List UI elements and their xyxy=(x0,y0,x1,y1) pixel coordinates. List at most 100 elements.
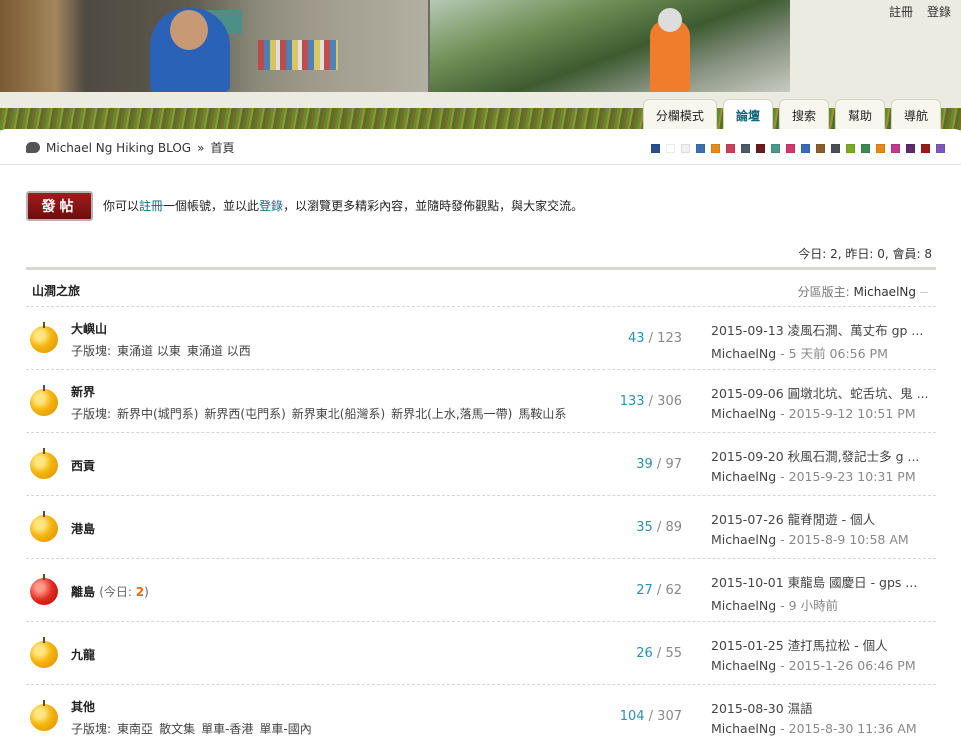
last-post-time: 2015-8-30 11:36 AM xyxy=(788,721,917,736)
apple-icon xyxy=(30,322,58,353)
board-counts: 43 / 123 xyxy=(627,331,682,346)
color-swatch[interactable] xyxy=(696,144,705,153)
last-post-title[interactable]: 2015-01-25 渣打馬拉松 - 個人 xyxy=(711,635,936,654)
last-post-meta: MichaelNg - 2015-8-9 10:58 AM xyxy=(711,532,909,547)
sub-board-link[interactable]: 新界西(屯門系) xyxy=(204,407,285,421)
thread-count: 133 xyxy=(619,394,645,409)
moderator-link[interactable]: MichaelNg xyxy=(853,285,916,299)
color-swatch[interactable] xyxy=(921,144,930,153)
sub-boards: 子版塊: 東南亞 散文集 單車-香港 單車-國內 xyxy=(71,722,312,736)
color-swatch[interactable] xyxy=(891,144,900,153)
register-link[interactable]: 註冊 xyxy=(889,3,913,20)
color-swatch[interactable] xyxy=(861,144,870,153)
board-name: 新界 xyxy=(71,383,95,400)
last-post-time: 2015-9-23 10:31 PM xyxy=(788,469,916,484)
theme-color-swatches xyxy=(651,144,945,153)
board-row: 九龍 26 / 55 2015-01-25 渣打馬拉松 - 個人 MichaelNg … xyxy=(26,622,936,685)
color-swatch[interactable] xyxy=(681,144,690,153)
color-swatch[interactable] xyxy=(741,144,750,153)
last-post-meta: MichaelNg - 2015-9-12 10:51 PM xyxy=(711,406,916,421)
board-counts: 35 / 89 xyxy=(636,520,682,535)
forum-category: 山澗之旅 分區版主: MichaelNg 大嶼山 子版塊: 東涌道 以東 東涌道 以西… xyxy=(26,267,936,747)
breadcrumb-site-link[interactable]: Michael Ng Hiking BLOG xyxy=(46,141,191,155)
board-row: 大嶼山 子版塊: 東涌道 以東 東涌道 以西 43 / 123 2015-09-13 凌風… xyxy=(26,307,936,370)
last-post: 2015-08-30 濕語 MichaelNg - 2015-8-30 11:36… xyxy=(711,698,936,736)
last-post-title[interactable]: 2015-08-30 濕語 xyxy=(711,698,936,717)
board-link[interactable]: 離島 xyxy=(71,585,95,599)
last-post-user[interactable]: MichaelNg xyxy=(711,469,776,484)
color-swatch[interactable] xyxy=(846,144,855,153)
color-swatch[interactable] xyxy=(651,144,660,153)
color-swatch[interactable] xyxy=(771,144,780,153)
board-counts: 133 / 306 xyxy=(619,394,682,409)
thread-count: 26 xyxy=(636,646,653,661)
last-post-title[interactable]: 2015-09-13 凌風石澗、萬丈布 gp ... xyxy=(711,320,936,339)
tab-forum[interactable]: 論壇 xyxy=(722,99,773,131)
last-post-user[interactable]: MichaelNg xyxy=(711,658,776,673)
category-title[interactable]: 山澗之旅 xyxy=(32,282,80,299)
sub-board-link[interactable]: 新界北(上水,落馬一帶) xyxy=(391,407,512,421)
collapse-icon[interactable] xyxy=(920,292,928,293)
color-swatch[interactable] xyxy=(786,144,795,153)
color-swatch[interactable] xyxy=(756,144,765,153)
last-post-title[interactable]: 2015-07-26 龍脊閒遊 - 個人 xyxy=(711,509,936,528)
board-link[interactable]: 港島 xyxy=(71,522,95,536)
board-name: 大嶼山 xyxy=(71,320,107,337)
tab-help[interactable]: 幫助 xyxy=(834,99,885,131)
board-name: 其他 xyxy=(71,698,95,715)
sub-board-link[interactable]: 馬鞍山系 xyxy=(518,407,566,421)
breadcrumb-bar: Michael Ng Hiking BLOG » 首頁 xyxy=(0,129,961,165)
new-post-button[interactable]: 發帖 xyxy=(26,191,93,221)
category-header: 山澗之旅 分區版主: MichaelNg xyxy=(26,267,936,307)
color-swatch[interactable] xyxy=(906,144,915,153)
last-post-user[interactable]: MichaelNg xyxy=(711,598,776,613)
board-link[interactable]: 西貢 xyxy=(71,459,95,473)
tab-column-mode[interactable]: 分欄模式 xyxy=(642,99,717,131)
board-link[interactable]: 九龍 xyxy=(71,648,95,662)
last-post-title[interactable]: 2015-09-06 圓墩北坑、蛇舌坑、鬼 ... xyxy=(711,383,936,402)
sub-board-link[interactable]: 單車-國內 xyxy=(259,722,311,736)
sub-board-link[interactable]: 單車-香港 xyxy=(201,722,253,736)
notice-login-link[interactable]: 登錄 xyxy=(259,199,283,213)
last-post-time: 5 天前 06:56 PM xyxy=(788,346,888,361)
last-post-time: 2015-9-12 10:51 PM xyxy=(788,406,916,421)
last-post-title[interactable]: 2015-09-20 秋風石澗,發記士多 g ... xyxy=(711,446,936,465)
last-post-user[interactable]: MichaelNg xyxy=(711,346,776,361)
board-link[interactable]: 大嶼山 xyxy=(71,322,107,336)
notice-register-link[interactable]: 註冊 xyxy=(139,199,163,213)
color-swatch[interactable] xyxy=(711,144,720,153)
tab-search[interactable]: 搜索 xyxy=(778,99,829,131)
main-panel: Michael Ng Hiking BLOG » 首頁 發帖 你可以註冊一個帳號… xyxy=(0,129,961,747)
sub-board-link[interactable]: 新界東北(船灣系) xyxy=(292,407,385,421)
last-post-user[interactable]: MichaelNg xyxy=(711,532,776,547)
thread-count: 104 xyxy=(619,709,645,724)
breadcrumb: Michael Ng Hiking BLOG » 首頁 xyxy=(26,139,234,156)
board-link[interactable]: 新界 xyxy=(71,385,95,399)
post-count: 62 xyxy=(665,583,682,598)
sub-board-link[interactable]: 新界中(城門系) xyxy=(117,407,198,421)
board-counts: 27 / 62 xyxy=(636,583,682,598)
apple-icon xyxy=(30,637,58,668)
color-swatch[interactable] xyxy=(876,144,885,153)
board-link[interactable]: 其他 xyxy=(71,700,95,714)
last-post-user[interactable]: MichaelNg xyxy=(711,721,776,736)
sub-board-link[interactable]: 東涌道 以西 xyxy=(187,344,251,358)
last-post-title[interactable]: 2015-10-01 東龍島 國慶日 - gps ... xyxy=(711,572,936,591)
banner-rack xyxy=(258,40,338,70)
apple-icon xyxy=(30,700,58,731)
color-swatch[interactable] xyxy=(666,144,675,153)
thread-count: 39 xyxy=(636,457,653,472)
color-swatch[interactable] xyxy=(726,144,735,153)
color-swatch[interactable] xyxy=(936,144,945,153)
color-swatch[interactable] xyxy=(801,144,810,153)
sub-board-link[interactable]: 東涌道 以東 xyxy=(117,344,181,358)
color-swatch[interactable] xyxy=(816,144,825,153)
banner-person-left xyxy=(150,8,230,92)
sub-board-link[interactable]: 散文集 xyxy=(159,722,195,736)
tab-navigation[interactable]: 導航 xyxy=(890,99,941,131)
sub-board-link[interactable]: 東南亞 xyxy=(117,722,153,736)
last-post-user[interactable]: MichaelNg xyxy=(711,406,776,421)
login-link[interactable]: 登錄 xyxy=(927,3,951,20)
last-post-meta: MichaelNg - 5 天前 06:56 PM xyxy=(711,346,888,361)
color-swatch[interactable] xyxy=(831,144,840,153)
